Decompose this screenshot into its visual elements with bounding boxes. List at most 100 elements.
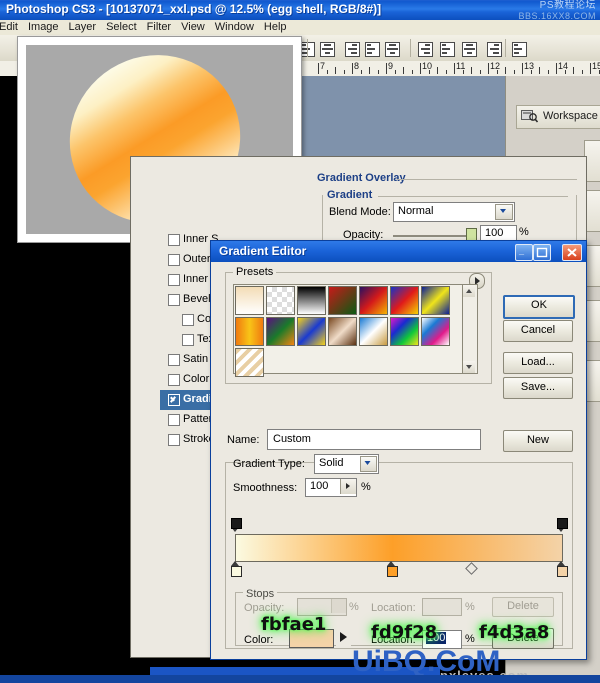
- menu-item-view[interactable]: View: [176, 20, 210, 33]
- gradient-type-select[interactable]: Solid: [314, 454, 379, 474]
- ruler-label: 8: [354, 61, 360, 71]
- opacity-location-input: [422, 598, 462, 616]
- preset-swatch[interactable]: [297, 317, 326, 346]
- align-bottom-edges-icon[interactable]: [418, 42, 433, 57]
- checkbox-icon[interactable]: [168, 414, 180, 426]
- ruler-tick-minor: [462, 70, 464, 74]
- preset-swatch[interactable]: [421, 317, 450, 346]
- color-dropdown-icon[interactable]: [336, 629, 351, 646]
- name-input[interactable]: Custom: [267, 429, 481, 450]
- load-button[interactable]: Load...: [503, 352, 573, 374]
- preset-swatch[interactable]: [266, 286, 295, 315]
- checkbox-icon[interactable]: [168, 434, 180, 446]
- opacity-stop-handle[interactable]: [556, 518, 568, 532]
- menu-bar[interactable]: Edit Image Layer Select Filter View Window Help: [0, 20, 600, 36]
- opacity-slider-track[interactable]: [393, 235, 473, 237]
- preset-swatch[interactable]: [297, 286, 326, 315]
- ruler-label: 11: [456, 61, 466, 71]
- menu-item-filter[interactable]: Filter: [142, 20, 176, 33]
- ruler-tick-minor: [437, 67, 438, 74]
- ruler-tick-minor: [335, 67, 336, 74]
- preset-swatch[interactable]: [235, 317, 264, 346]
- ruler-tick-minor: [581, 70, 583, 74]
- gradient-editor-title-bar[interactable]: Gradient Editor _: [211, 241, 586, 262]
- smoothness-input[interactable]: 100: [305, 478, 357, 497]
- save-button[interactable]: Save...: [503, 377, 573, 399]
- minimize-icon[interactable]: _: [515, 244, 533, 261]
- preset-swatch[interactable]: [328, 286, 357, 315]
- checkbox-icon[interactable]: [168, 394, 180, 406]
- distribute-vertical-center-icon[interactable]: [462, 42, 477, 57]
- preset-swatch[interactable]: [235, 348, 264, 377]
- align-horizontal-centers-icon[interactable]: [320, 42, 335, 57]
- auto-align-layers-icon[interactable]: [512, 42, 527, 57]
- preset-swatch[interactable]: [390, 317, 419, 346]
- color-stop-handle[interactable]: [386, 561, 399, 577]
- menu-item-layer[interactable]: Layer: [64, 20, 102, 33]
- ruler-label: 13: [524, 61, 535, 71]
- close-icon[interactable]: [562, 244, 582, 261]
- checkbox-icon[interactable]: [182, 314, 194, 326]
- ruler-tick-minor: [369, 67, 370, 74]
- opacity-location-percent: %: [465, 601, 475, 613]
- maximize-icon[interactable]: [533, 244, 551, 261]
- preset-swatch[interactable]: [359, 286, 388, 315]
- menu-item-image[interactable]: Image: [23, 20, 64, 33]
- gradient-preview-strip[interactable]: [235, 534, 563, 562]
- ruler-tick-major: [488, 63, 489, 74]
- ruler-tick-minor: [343, 70, 345, 74]
- gradient-editor-dialog[interactable]: Gradient Editor _ Presets OK Cancel Load…: [210, 240, 587, 660]
- watermark-top-line2: BBS.16XX8.COM: [518, 11, 596, 20]
- color-stop-hex-annotation: fd9f28: [371, 622, 438, 643]
- blend-mode-select[interactable]: Normal: [393, 202, 515, 222]
- ruler-tick-major: [318, 63, 319, 74]
- checkbox-icon[interactable]: [168, 354, 180, 366]
- preset-swatch[interactable]: [266, 317, 295, 346]
- cancel-button[interactable]: Cancel: [503, 320, 573, 342]
- checkbox-icon[interactable]: [168, 294, 180, 306]
- color-stop-handle[interactable]: [230, 561, 242, 577]
- preset-swatch[interactable]: [235, 286, 264, 315]
- menu-item-help[interactable]: Help: [259, 20, 292, 33]
- distribute-bottom-icon[interactable]: [487, 42, 502, 57]
- smoothness-label: Smoothness:: [233, 482, 298, 494]
- scroll-up-button[interactable]: [463, 285, 475, 297]
- opacity-stop-handle[interactable]: [230, 518, 242, 532]
- smoothness-stepper-icon[interactable]: [340, 479, 356, 494]
- checkbox-icon[interactable]: [168, 234, 180, 246]
- scroll-down-button[interactable]: [463, 361, 475, 373]
- presets-scrollbar[interactable]: [462, 284, 478, 374]
- opacity-value: 100: [485, 227, 504, 239]
- menu-item-window[interactable]: Window: [210, 20, 259, 33]
- ruler-tick-minor: [479, 70, 481, 74]
- color-stop-handle[interactable]: [556, 561, 568, 577]
- preset-swatch[interactable]: [359, 317, 388, 346]
- preset-swatch[interactable]: [328, 317, 357, 346]
- preset-swatch[interactable]: [421, 286, 450, 315]
- checkbox-icon[interactable]: [168, 374, 180, 386]
- preset-swatch[interactable]: [390, 286, 419, 315]
- blend-mode-label: Blend Mode:: [329, 206, 391, 218]
- menu-item-edit[interactable]: Edit: [0, 20, 23, 33]
- align-vertical-centers-icon[interactable]: [385, 42, 400, 57]
- checkbox-icon[interactable]: [182, 334, 194, 346]
- new-button[interactable]: New: [503, 430, 573, 452]
- distribute-top-icon[interactable]: [440, 42, 455, 57]
- chevron-down-icon[interactable]: [495, 204, 513, 220]
- workspace-button[interactable]: Workspace: [516, 105, 600, 129]
- checkbox-icon[interactable]: [168, 274, 180, 286]
- gradient-type-value: Solid: [319, 457, 344, 469]
- chevron-down-icon[interactable]: [360, 456, 377, 472]
- presets-swatch-list[interactable]: [233, 284, 463, 377]
- gradient-editor-title: Gradient Editor: [219, 244, 307, 258]
- ok-button[interactable]: OK: [503, 295, 575, 319]
- checkbox-icon[interactable]: [168, 254, 180, 266]
- ruler-tick-minor: [394, 70, 396, 74]
- watermark-top: PS教程论坛 BBS.16XX8.COM: [518, 0, 596, 20]
- menu-item-select[interactable]: Select: [101, 20, 142, 33]
- align-top-edges-icon[interactable]: [365, 42, 380, 57]
- align-right-edges-icon[interactable]: [345, 42, 360, 57]
- ruler-tick-minor: [403, 67, 404, 74]
- new-label: New: [526, 434, 549, 446]
- load-label: Load...: [521, 356, 555, 368]
